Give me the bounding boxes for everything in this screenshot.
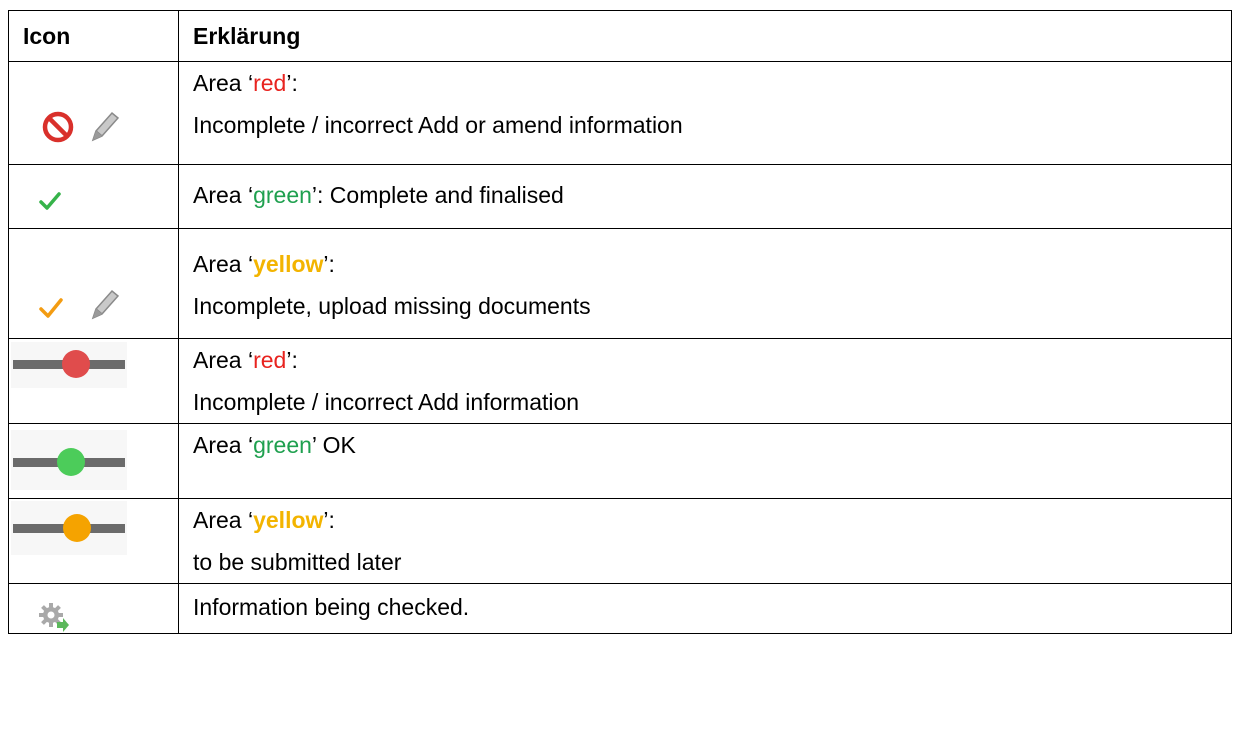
gear-arrow-icon bbox=[37, 602, 69, 638]
explanation-text: Information being checked. bbox=[193, 594, 470, 620]
pencil-icon bbox=[87, 285, 121, 329]
icon-cell bbox=[8, 228, 179, 339]
icon-cell bbox=[8, 164, 179, 229]
icon-cell bbox=[8, 61, 179, 165]
red-status-slider-icon bbox=[11, 342, 127, 394]
keyword-red: red bbox=[253, 347, 287, 373]
table-row: Area ‘red’: Incomplete / incorrect Add i… bbox=[8, 338, 1232, 424]
header-row: Icon Erklärung bbox=[8, 10, 1232, 62]
keyword-yellow: yellow bbox=[253, 507, 324, 533]
table-row: Area ‘green’ OK bbox=[8, 423, 1232, 499]
explanation-cell: Area ‘red’: Incomplete / incorrect Add o… bbox=[178, 61, 1232, 165]
keyword-green: green bbox=[253, 182, 312, 208]
explanation-cell: Area ‘yellow’: Incomplete, upload missin… bbox=[178, 228, 1232, 339]
explanation-text: Incomplete, upload missing documents bbox=[193, 293, 591, 319]
orange-check-icon bbox=[39, 297, 63, 324]
explanation-cell: Information being checked. bbox=[178, 583, 1232, 634]
green-status-slider-icon bbox=[11, 430, 127, 496]
explanation-text: Incomplete / incorrect Add information bbox=[193, 389, 580, 415]
keyword-yellow: yellow bbox=[253, 251, 324, 277]
table-row: Area ‘green’: Complete and finalised bbox=[8, 164, 1232, 229]
table-row: Area ‘red’: Incomplete / incorrect Add o… bbox=[8, 61, 1232, 165]
header-icon: Icon bbox=[8, 10, 179, 62]
icon-cell bbox=[8, 498, 179, 584]
green-check-icon bbox=[39, 189, 61, 216]
explanation-text: to be submitted later bbox=[193, 549, 402, 575]
explanation-cell: Area ‘red’: Incomplete / incorrect Add i… bbox=[178, 338, 1232, 424]
keyword-red: red bbox=[253, 70, 287, 96]
icon-cell bbox=[8, 338, 179, 424]
header-explanation: Erklärung bbox=[178, 10, 1232, 62]
keyword-green: green bbox=[253, 432, 312, 458]
icon-cell bbox=[8, 583, 179, 634]
pencil-icon bbox=[87, 107, 121, 151]
explanation-cell: Area ‘green’ OK bbox=[178, 423, 1232, 499]
icon-cell bbox=[8, 423, 179, 499]
yellow-status-slider-icon bbox=[11, 501, 127, 561]
legend-table: Icon Erklärung Area ‘red’: Incomplete / bbox=[8, 10, 1232, 634]
table-row: Information being checked. bbox=[8, 583, 1232, 634]
explanation-text: Incomplete / incorrect Add or amend info… bbox=[193, 112, 683, 138]
table-row: Area ‘yellow’: Incomplete, upload missin… bbox=[8, 228, 1232, 339]
table-row: Area ‘yellow’: to be submitted later bbox=[8, 498, 1232, 584]
explanation-cell: Area ‘green’: Complete and finalised bbox=[178, 164, 1232, 229]
prohibited-icon bbox=[41, 110, 75, 150]
explanation-cell: Area ‘yellow’: to be submitted later bbox=[178, 498, 1232, 584]
